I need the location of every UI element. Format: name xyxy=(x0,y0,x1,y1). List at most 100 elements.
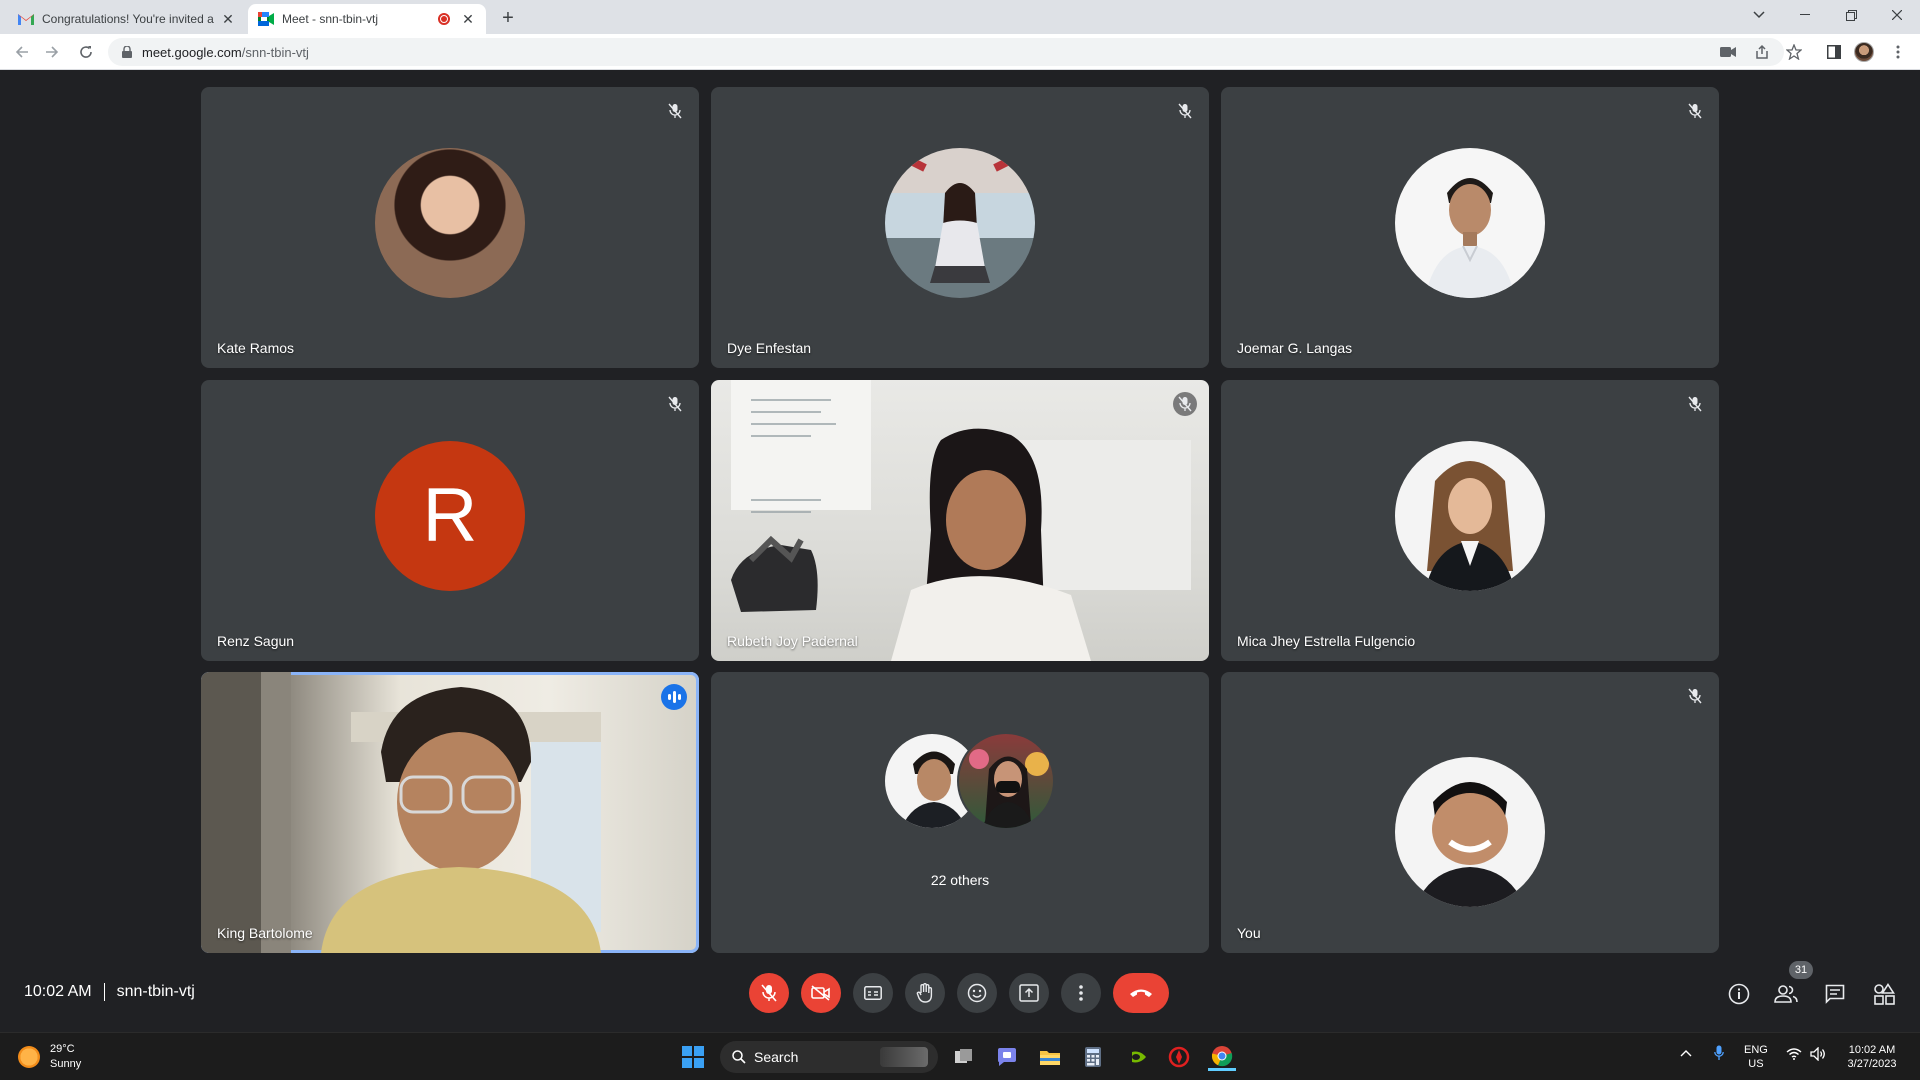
system-clock[interactable]: 10:02 AM 3/27/2023 xyxy=(1842,1043,1902,1071)
leave-call-icon xyxy=(1130,989,1152,997)
taskbar-search[interactable]: Search xyxy=(720,1041,938,1073)
nvidia-icon[interactable] xyxy=(1122,1043,1150,1071)
emoji-button[interactable] xyxy=(957,973,997,1013)
raise-hand-icon xyxy=(916,983,933,1003)
new-tab-button[interactable]: + xyxy=(496,7,520,31)
gmail-icon xyxy=(18,11,34,27)
chrome-taskbar-icon[interactable] xyxy=(1208,1043,1236,1071)
self-tile[interactable]: You xyxy=(1221,672,1719,953)
wifi-icon[interactable] xyxy=(1786,1048,1802,1064)
tab-meet[interactable]: Meet - snn-tbin-vtj ✕ xyxy=(248,4,486,34)
participant-tile[interactable]: Joemar G. Langas xyxy=(1221,87,1719,368)
speaking-indicator-icon xyxy=(661,684,687,710)
avatar xyxy=(885,147,1035,298)
weather-desc: Sunny xyxy=(50,1058,82,1070)
present-screen-icon xyxy=(1019,984,1039,1002)
raise-hand-button[interactable] xyxy=(905,973,945,1013)
captions-icon xyxy=(864,986,882,1000)
profile-avatar[interactable] xyxy=(1854,42,1874,62)
close-icon[interactable]: ✕ xyxy=(220,11,236,27)
mic-off-icon xyxy=(1683,684,1707,708)
present-screen-button[interactable] xyxy=(1009,973,1049,1013)
reload-button[interactable] xyxy=(74,40,98,64)
url-host: meet.google.com xyxy=(142,44,242,60)
divider xyxy=(103,983,105,1001)
tab-search-icon[interactable] xyxy=(1736,0,1782,30)
microphone-off-icon xyxy=(761,984,777,1002)
bookmark-star-icon[interactable] xyxy=(1784,42,1804,62)
others-tile[interactable]: 22 others xyxy=(711,672,1209,953)
share-icon[interactable] xyxy=(1752,42,1772,62)
microphone-toggle-button[interactable] xyxy=(749,973,789,1013)
calculator-icon[interactable] xyxy=(1079,1043,1107,1071)
meeting-code: snn-tbin-vtj xyxy=(116,983,195,1000)
participant-tile[interactable]: R Renz Sagun xyxy=(201,380,699,661)
participant-video-tile[interactable]: Rubeth Joy Padernal xyxy=(711,380,1209,661)
show-hidden-icons-icon[interactable] xyxy=(1680,1047,1692,1061)
close-icon[interactable]: ✕ xyxy=(460,11,476,27)
emoji-icon xyxy=(967,983,987,1003)
people-icon xyxy=(1774,985,1798,1003)
participant-name: Mica Jhey Estrella Fulgencio xyxy=(1237,633,1416,649)
others-avatars xyxy=(860,732,1060,832)
minimize-button[interactable] xyxy=(1782,0,1828,30)
participant-tile[interactable]: Dye Enfestan xyxy=(711,87,1209,368)
search-highlight-icon xyxy=(880,1047,928,1067)
language-region: US xyxy=(1748,1058,1764,1070)
tab-title: Meet - snn-tbin-vtj xyxy=(282,12,379,26)
participant-name: Dye Enfestan xyxy=(727,340,812,356)
activities-button[interactable] xyxy=(1871,981,1897,1007)
mic-off-icon xyxy=(663,99,687,123)
participant-count-badge: 31 xyxy=(1789,961,1813,979)
camera-toggle-button[interactable] xyxy=(801,973,841,1013)
language-code: ENG xyxy=(1744,1044,1768,1056)
avatar xyxy=(1395,147,1545,298)
forward-button[interactable] xyxy=(40,40,64,64)
system-time: 10:02 AM xyxy=(1848,1044,1896,1056)
meet-stage: Kate Ramos Dye Enfestan Joemar G. Langas… xyxy=(0,71,1920,1039)
chat-icon xyxy=(1825,984,1845,1004)
volume-icon[interactable] xyxy=(1810,1046,1826,1065)
activities-icon xyxy=(1874,983,1895,1005)
file-explorer-icon[interactable] xyxy=(1036,1043,1064,1071)
language-indicator[interactable]: ENG US xyxy=(1744,1043,1768,1071)
initial-avatar: R xyxy=(375,440,525,591)
participant-name: King Bartolome xyxy=(217,925,313,941)
microphone-tray-icon[interactable] xyxy=(1714,1045,1724,1065)
leave-call-button[interactable] xyxy=(1113,973,1169,1013)
chat-button[interactable] xyxy=(1822,981,1848,1007)
browser-tab-strip: Congratulations! You're invited a ✕ Meet… xyxy=(0,0,1920,34)
tab-title: Congratulations! You're invited a xyxy=(42,12,214,26)
close-window-button[interactable] xyxy=(1874,0,1920,30)
windows-start-icon[interactable] xyxy=(682,1046,704,1068)
avatar xyxy=(1395,440,1545,591)
browser-toolbar: meet.google.com/snn-tbin-vtj xyxy=(0,34,1920,70)
address-bar[interactable]: meet.google.com/snn-tbin-vtj xyxy=(108,38,1784,66)
chrome-menu-icon[interactable] xyxy=(1888,42,1908,62)
back-button[interactable] xyxy=(10,40,34,64)
weather-widget[interactable]: 29°C Sunny xyxy=(18,1042,81,1072)
participant-tile[interactable]: Mica Jhey Estrella Fulgencio xyxy=(1221,380,1719,661)
captions-button[interactable] xyxy=(853,973,893,1013)
participant-tile[interactable]: Kate Ramos xyxy=(201,87,699,368)
teams-chat-icon[interactable] xyxy=(993,1043,1021,1071)
recording-icon xyxy=(438,13,450,25)
meeting-time: 10:02 AM xyxy=(24,983,92,1000)
security-app-icon[interactable] xyxy=(1165,1043,1193,1071)
video-feed xyxy=(201,672,601,953)
people-button[interactable] xyxy=(1773,981,1799,1007)
camera-in-use-icon[interactable] xyxy=(1718,42,1738,62)
video-feed xyxy=(731,380,1191,661)
task-view-icon[interactable] xyxy=(950,1043,978,1071)
more-options-button[interactable] xyxy=(1061,973,1101,1013)
side-panel-icon[interactable] xyxy=(1824,42,1844,62)
meeting-control-bar: 10:02 AM snn-tbin-vtj 31 xyxy=(0,961,1920,1033)
participant-video-tile[interactable]: King Bartolome xyxy=(201,672,699,953)
meeting-details-button[interactable] xyxy=(1726,981,1752,1007)
mic-off-icon xyxy=(1683,392,1707,416)
weather-temp: 29°C xyxy=(50,1043,75,1055)
sun-icon xyxy=(18,1046,40,1068)
tab-gmail[interactable]: Congratulations! You're invited a ✕ xyxy=(8,4,246,34)
restore-button[interactable] xyxy=(1828,0,1874,30)
participant-name: Renz Sagun xyxy=(217,633,295,649)
